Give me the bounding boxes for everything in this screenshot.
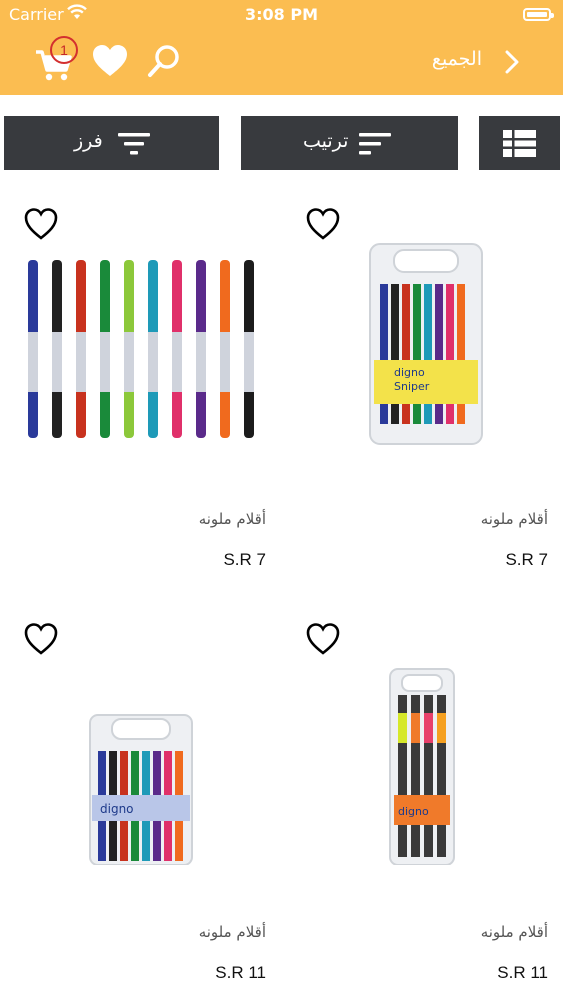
product-card[interactable]: digno أقلام ملونه S.R 11 (282, 605, 552, 1005)
product-image: digno Sniper (369, 243, 483, 445)
status-time: 3:08 PM (244, 5, 318, 24)
product-card[interactable]: digno أقلام ملونه S.R 11 (0, 605, 270, 1005)
product-card[interactable]: digno Sniper أقلام ملونه S.R 7 (282, 190, 552, 590)
product-card[interactable]: أقلام ملونه S.R 7 (0, 190, 270, 590)
product-name: أقلام ملونه (480, 510, 548, 528)
svg-text:digno: digno (100, 802, 134, 816)
chevron-right-icon (505, 50, 519, 74)
product-price: S.R 7 (505, 550, 548, 569)
svg-text:digno: digno (394, 366, 425, 379)
heart-outline-icon[interactable] (305, 621, 341, 657)
svg-text:digno: digno (398, 805, 429, 818)
heart-outline-icon[interactable] (23, 621, 59, 657)
product-image (28, 260, 254, 438)
back-button[interactable]: الجميع (416, 42, 526, 82)
filter-label: فرز (74, 130, 103, 152)
search-icon[interactable] (146, 43, 182, 79)
sort-button[interactable]: ترتيب (241, 116, 458, 170)
battery-icon (523, 8, 554, 21)
heart-outline-icon[interactable] (305, 206, 341, 242)
filter-button[interactable]: فرز (4, 116, 219, 170)
status-bar: Carrier 3:08 PM (0, 0, 563, 30)
app-header: Carrier 3:08 PM 1 الجميع (0, 0, 563, 95)
product-image: digno (89, 714, 193, 865)
product-name: أقلام ملونه (480, 923, 548, 941)
svg-text:Sniper: Sniper (394, 380, 430, 393)
list-view-icon (503, 130, 536, 157)
product-price: S.R 11 (215, 963, 266, 982)
cart-count-badge: 1 (50, 36, 78, 64)
product-image: digno (389, 668, 455, 865)
sort-label: ترتيب (303, 130, 349, 152)
product-price: S.R 7 (223, 550, 266, 569)
filter-icon (118, 133, 150, 155)
product-name: أقلام ملونه (198, 923, 266, 941)
navigation-bar: 1 الجميع (0, 30, 563, 95)
product-name: أقلام ملونه (198, 510, 266, 528)
favorites-heart-icon[interactable] (91, 43, 129, 79)
back-label: الجميع (431, 48, 482, 70)
sort-icon (359, 133, 391, 155)
list-view-button[interactable] (479, 116, 560, 170)
product-price: S.R 11 (497, 963, 548, 982)
heart-outline-icon[interactable] (23, 206, 59, 242)
